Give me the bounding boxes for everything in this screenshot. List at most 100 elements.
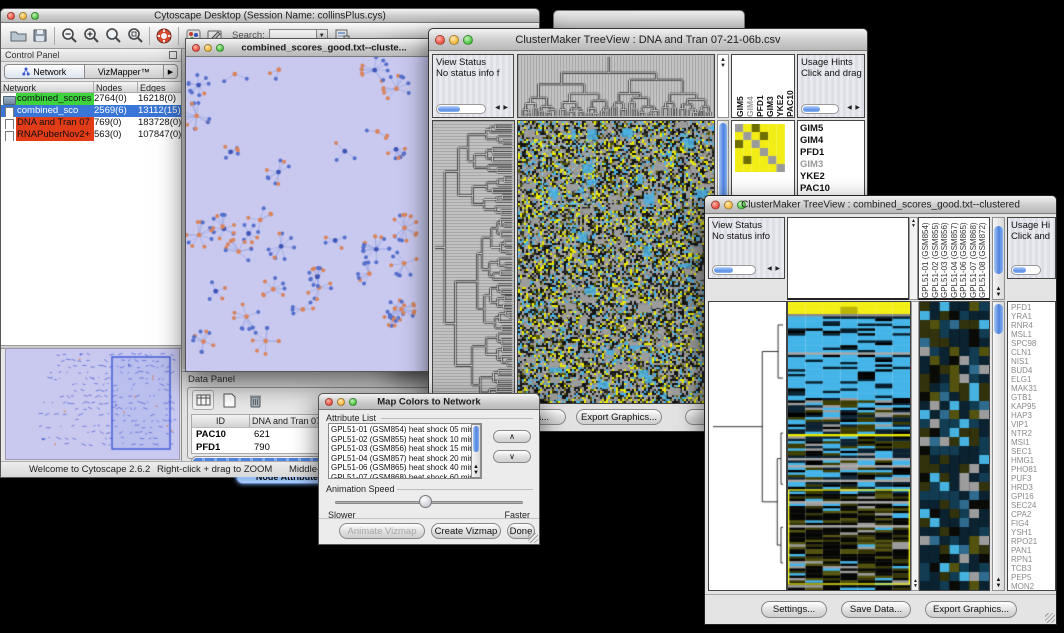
tv2-column-label[interactable]: GPL51-04 (GSM857) — [950, 218, 960, 298]
gene-label[interactable]: YRA1 — [1011, 312, 1055, 321]
scroll-arrow-icons[interactable]: ▲▼ — [472, 464, 480, 476]
gene-label[interactable]: GPI16 — [1011, 492, 1055, 501]
gene-label[interactable]: MON2 — [1011, 582, 1055, 591]
gene-label[interactable]: CPA2 — [1011, 510, 1055, 519]
gene-label[interactable]: NIS1 — [1011, 357, 1055, 366]
birdseye-canvas[interactable] — [5, 348, 180, 460]
scroll-arrow-icons[interactable]: ◀ ▶ — [847, 103, 861, 114]
view-status-hscroll[interactable] — [436, 104, 486, 114]
network-view-titlebar[interactable]: combined_scores_good.txt--cluste... — [186, 39, 430, 57]
tv1-column-dendrogram[interactable] — [518, 55, 714, 117]
attribute-option[interactable]: GPL51-03 (GSM856) heat shock 15 min — [331, 444, 479, 454]
treeview-action-button[interactable]: Settings... — [761, 601, 827, 618]
vscroll-thumb[interactable] — [473, 426, 479, 452]
speed-slider-thumb[interactable] — [419, 495, 432, 508]
tab-overflow-button[interactable]: ▶ — [164, 64, 178, 79]
gene-label[interactable]: HRD3 — [1011, 483, 1055, 492]
tab-vizmapper[interactable]: VizMapper™ — [85, 64, 165, 79]
tv2-column-label[interactable]: GPL51-07 (GSM868) — [969, 218, 979, 298]
gene-label[interactable]: GTB1 — [1011, 393, 1055, 402]
help-icon[interactable] — [153, 26, 175, 46]
scroll-arrow-icons[interactable]: ◀ ▶ — [495, 103, 509, 114]
treeview-action-button[interactable]: Save Data... — [841, 601, 911, 618]
treeview1-titlebar[interactable]: ClusterMaker TreeView : DNA and Tran 07-… — [429, 29, 867, 51]
gene-label[interactable]: KAP95 — [1011, 402, 1055, 411]
close-button[interactable] — [192, 44, 200, 52]
dialog-action-button[interactable]: Animate Vizmap — [339, 523, 425, 539]
gene-label[interactable]: PAN1 — [1011, 546, 1055, 555]
vscroll-thumb[interactable] — [994, 304, 1003, 334]
tv1-column-label[interactable]: GIM5 — [735, 55, 744, 117]
tv2-column-label[interactable]: GPL51-08 (GSM872) — [978, 218, 988, 298]
resize-handle[interactable] — [1045, 613, 1055, 623]
resize-handle[interactable] — [528, 533, 538, 543]
vscroll-thumb[interactable] — [994, 226, 1003, 274]
tv2-column-tree-area[interactable] — [787, 217, 909, 300]
gene-label[interactable]: PFD1 — [1011, 303, 1055, 312]
scroll-arrow-icons[interactable]: ▲▼ — [720, 57, 726, 69]
gene-label[interactable]: CLN1 — [1011, 348, 1055, 357]
delete-attribute-icon[interactable] — [244, 390, 266, 410]
gene-label[interactable]: GIM4 — [800, 135, 864, 147]
network-tree-row[interactable]: combined_scores 2764(0) 16218(0) — [1, 93, 181, 105]
tv2-zoom-heatmap[interactable] — [920, 302, 989, 590]
tv1-column-label[interactable]: YKE2 — [775, 55, 784, 117]
tv2-row-dendrogram[interactable] — [709, 302, 786, 590]
view-status-hscroll[interactable] — [712, 265, 756, 275]
attribute-option[interactable]: GPL51-02 (GSM855) heat shock 10 min — [331, 435, 479, 445]
tv2-column-label[interactable]: GPL51-06 (GSM865) — [959, 218, 969, 298]
network-tree-row[interactable]: combined_sco 2569(6) 13112(15) — [1, 105, 181, 117]
tv1-column-label[interactable]: GIM3 — [765, 55, 774, 117]
zoom-in-icon[interactable] — [80, 26, 102, 46]
gene-label[interactable]: MSL1 — [1011, 330, 1055, 339]
tv1-correlation-matrix[interactable] — [735, 124, 785, 172]
tv1-column-label[interactable]: PFD1 — [755, 55, 764, 117]
network-canvas[interactable] — [186, 57, 430, 371]
gene-label[interactable]: BUD4 — [1011, 366, 1055, 375]
tv2-column-label[interactable]: GPL51-03 (GSM856) — [940, 218, 950, 298]
open-session-button[interactable] — [7, 26, 29, 46]
network-tree-row[interactable]: DNA and Tran 07 769(0) 183728(0) — [1, 117, 181, 129]
gene-label[interactable]: TCB3 — [1011, 564, 1055, 573]
tv2-column-label[interactable]: GPL51-01 (GSM854) — [921, 218, 931, 298]
treeview-action-button[interactable]: Export Graphics... — [576, 409, 662, 425]
select-attributes-icon[interactable] — [192, 390, 214, 410]
column-header-nodes[interactable]: Nodes — [94, 82, 138, 92]
attribute-option[interactable]: GPL51-07 (GSM868) heat shock 60 min — [331, 473, 479, 479]
gene-label[interactable]: FIG4 — [1011, 519, 1055, 528]
tv2-label-vscrollbar[interactable]: ▲▼ — [992, 217, 1005, 300]
gene-label[interactable]: GIM5 — [800, 123, 864, 135]
gene-label[interactable]: SEC24 — [1011, 501, 1055, 510]
save-session-button[interactable] — [29, 26, 51, 46]
gene-label[interactable]: MAK31 — [1011, 384, 1055, 393]
tv1-row-dendrogram[interactable] — [433, 121, 514, 403]
scroll-arrow-icons[interactable]: ▲▼ — [913, 579, 918, 589]
tv1-column-label[interactable]: GIM4 — [745, 55, 754, 117]
network-tree-row[interactable]: RNAPuberNov2+ 563(0) 107847(0) — [1, 129, 181, 141]
zoom-fit-icon[interactable] — [124, 26, 146, 46]
gene-label[interactable]: YSH1 — [1011, 528, 1055, 537]
move-attribute-up-button[interactable]: ∧ — [493, 430, 531, 443]
gene-label[interactable]: RNR4 — [1011, 321, 1055, 330]
gene-label[interactable]: VIP1 — [1011, 420, 1055, 429]
dialog-titlebar[interactable]: Map Colors to Network — [319, 394, 539, 410]
tab-network[interactable]: Network — [4, 64, 85, 79]
tv1-column-label[interactable]: PAC10 — [785, 55, 794, 117]
column-header-network[interactable]: Network — [1, 82, 94, 92]
gene-label[interactable]: GIM3 — [800, 159, 864, 171]
gene-label[interactable]: PFD1 — [800, 147, 864, 159]
attribute-option[interactable]: GPL51-06 (GSM865) heat shock 40 min — [331, 463, 479, 473]
zoom-out-icon[interactable] — [58, 26, 80, 46]
scroll-arrow-icons[interactable]: ▲▼ — [993, 577, 1004, 589]
main-titlebar[interactable]: Cytoscape Desktop (Session Name: collins… — [1, 9, 539, 23]
gene-label[interactable]: PEP5 — [1011, 573, 1055, 582]
attribute-option[interactable]: GPL51-01 (GSM854) heat shock 05 min — [331, 425, 479, 435]
treeview2-titlebar[interactable]: ClusterMaker TreeView : combined_scores_… — [705, 196, 1056, 214]
gene-label[interactable]: PAC10 — [800, 183, 864, 195]
gene-label[interactable]: NTR2 — [1011, 429, 1055, 438]
dialog-action-button[interactable]: Create Vizmap — [431, 523, 501, 539]
gene-label[interactable]: PHO81 — [1011, 465, 1055, 474]
attribute-list-vscrollbar[interactable]: ▲▼ — [471, 424, 481, 478]
scroll-arrow-icons[interactable]: ▲▼ — [993, 286, 1004, 298]
scroll-arrow-icons[interactable]: ◀ ▶ — [767, 264, 781, 275]
